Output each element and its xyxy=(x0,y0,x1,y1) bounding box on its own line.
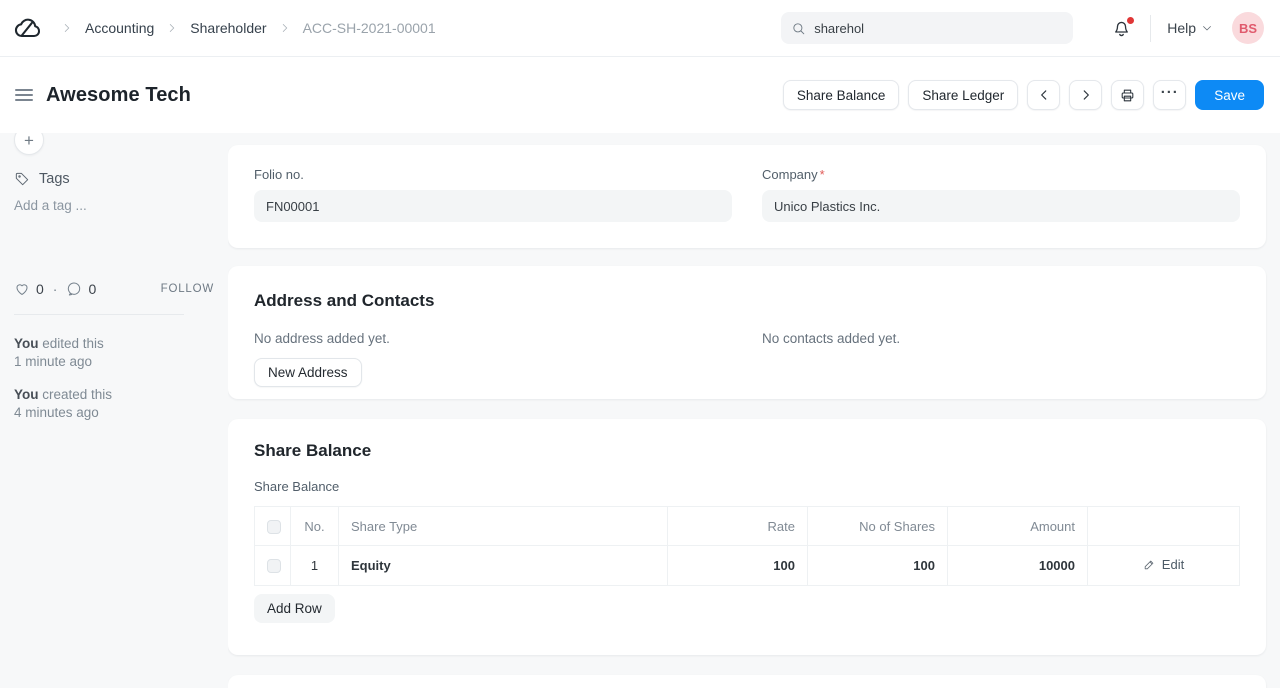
cell-rate[interactable]: 100 xyxy=(668,546,808,586)
plus-icon: + xyxy=(24,133,34,149)
table-header-row: No. Share Type Rate No of Shares Amount xyxy=(255,507,1240,546)
next-document-button[interactable] xyxy=(1069,80,1102,110)
share-ledger-button[interactable]: Share Ledger xyxy=(908,80,1018,110)
select-all-checkbox[interactable] xyxy=(267,520,281,534)
chevron-right-icon xyxy=(1079,88,1093,102)
page-title: Awesome Tech xyxy=(46,84,191,107)
navbar: Accounting Shareholder ACC-SH-2021-00001… xyxy=(0,0,1280,57)
notification-dot xyxy=(1127,17,1134,24)
activity-user: You xyxy=(14,336,39,351)
cell-no-of-shares[interactable]: 100 xyxy=(808,546,948,586)
address-contacts-title: Address and Contacts xyxy=(254,291,1240,311)
chevron-down-icon xyxy=(1201,22,1213,34)
col-header-amount: Amount xyxy=(948,507,1088,546)
chevron-left-icon xyxy=(1037,88,1051,102)
col-header-rate: Rate xyxy=(668,507,808,546)
sidebar-toggle-hamburger-icon[interactable] xyxy=(15,89,33,101)
chevron-right-icon xyxy=(165,21,179,35)
row-edit-button[interactable]: Edit xyxy=(1143,557,1184,572)
chevron-right-icon xyxy=(60,21,74,35)
company-input[interactable] xyxy=(762,190,1240,222)
company-label: Company* xyxy=(762,167,1240,182)
details-card: Folio no. Company* xyxy=(228,145,1266,248)
col-header-no: No. xyxy=(291,507,339,546)
no-contacts-text: No contacts added yet. xyxy=(762,331,1240,346)
add-tag-input[interactable]: Add a tag ... xyxy=(14,198,214,213)
help-menu[interactable]: Help xyxy=(1167,20,1213,36)
comments-icon[interactable] xyxy=(66,281,82,297)
address-contacts-card: Address and Contacts No address added ye… xyxy=(228,266,1266,399)
activity-time: 1 minute ago xyxy=(14,353,214,371)
folio-label: Folio no. xyxy=(254,167,732,182)
activity-user: You xyxy=(14,387,39,402)
likes-count: 0 xyxy=(36,281,44,297)
prev-document-button[interactable] xyxy=(1027,80,1060,110)
search-icon xyxy=(791,21,806,36)
add-row-button[interactable]: Add Row xyxy=(254,594,335,623)
activity-time: 4 minutes ago xyxy=(14,404,214,422)
pencil-icon xyxy=(1143,558,1156,571)
navbar-divider xyxy=(1150,15,1151,42)
page-head: Awesome Tech Share Balance Share Ledger … xyxy=(0,57,1280,133)
tags-section-header: Tags xyxy=(14,171,214,187)
printer-icon xyxy=(1119,87,1136,104)
row-checkbox[interactable] xyxy=(267,559,281,573)
col-header-no-of-shares: No of Shares xyxy=(808,507,948,546)
table-row[interactable]: 1 Equity 100 100 10000 Edit xyxy=(255,546,1240,586)
activity-log: You edited this 1 minute ago You created… xyxy=(14,335,214,422)
edit-label: Edit xyxy=(1162,557,1184,572)
share-balance-card: Share Balance Share Balance No. Share Ty… xyxy=(228,419,1266,655)
folio-input[interactable] xyxy=(254,190,732,222)
form-sidebar: + Tags Add a tag ... 0 · 0 FOLLOW Y xyxy=(0,133,228,688)
user-avatar[interactable]: BS xyxy=(1232,12,1264,44)
help-label: Help xyxy=(1167,20,1196,36)
cell-share-type[interactable]: Equity xyxy=(339,546,668,586)
activity-action: edited this xyxy=(42,336,104,351)
share-balance-table: No. Share Type Rate No of Shares Amount … xyxy=(254,506,1240,586)
next-section-card xyxy=(228,675,1266,688)
follow-button[interactable]: FOLLOW xyxy=(161,283,214,295)
activity-item: You created this 4 minutes ago xyxy=(14,386,214,422)
global-search[interactable] xyxy=(781,12,1073,44)
company-field: Company* xyxy=(762,167,1240,222)
new-address-button[interactable]: New Address xyxy=(254,358,362,387)
chevron-right-icon xyxy=(278,21,292,35)
breadcrumb-shareholder[interactable]: Shareholder xyxy=(190,20,266,36)
activity-item: You edited this 1 minute ago xyxy=(14,335,214,371)
notifications-button[interactable] xyxy=(1111,18,1132,39)
search-input[interactable] xyxy=(814,21,1063,36)
dot-separator: · xyxy=(53,281,58,297)
cell-row-no: 1 xyxy=(291,546,339,586)
share-balance-field-label: Share Balance xyxy=(254,479,1240,494)
page-actions: Share Balance Share Ledger ··· Save xyxy=(783,80,1264,110)
cell-amount[interactable]: 10000 xyxy=(948,546,1088,586)
share-balance-title: Share Balance xyxy=(254,441,1240,461)
comments-count: 0 xyxy=(88,281,96,297)
required-asterisk: * xyxy=(820,167,825,182)
share-balance-button[interactable]: Share Balance xyxy=(783,80,900,110)
sidebar-divider xyxy=(14,314,184,315)
activity-action: created this xyxy=(42,387,112,402)
form-body: Folio no. Company* Address and Contacts … xyxy=(228,133,1280,688)
attach-image-button[interactable]: + xyxy=(14,133,44,155)
breadcrumb-current-doc: ACC-SH-2021-00001 xyxy=(303,20,436,36)
like-heart-icon[interactable] xyxy=(14,281,30,297)
col-header-share-type: Share Type xyxy=(339,507,668,546)
breadcrumb: Accounting Shareholder ACC-SH-2021-00001 xyxy=(60,20,436,36)
tag-icon xyxy=(14,171,30,187)
content-area: + Tags Add a tag ... 0 · 0 FOLLOW Y xyxy=(0,133,1280,688)
more-menu-button[interactable]: ··· xyxy=(1153,80,1186,110)
breadcrumb-accounting[interactable]: Accounting xyxy=(85,20,154,36)
app-logo-cloud-icon[interactable] xyxy=(14,14,43,43)
folio-field: Folio no. xyxy=(254,167,732,222)
social-row: 0 · 0 FOLLOW xyxy=(14,281,214,297)
print-button[interactable] xyxy=(1111,80,1144,110)
no-address-text: No address added yet. xyxy=(254,331,732,346)
tags-label: Tags xyxy=(39,171,70,187)
save-button[interactable]: Save xyxy=(1195,80,1264,110)
